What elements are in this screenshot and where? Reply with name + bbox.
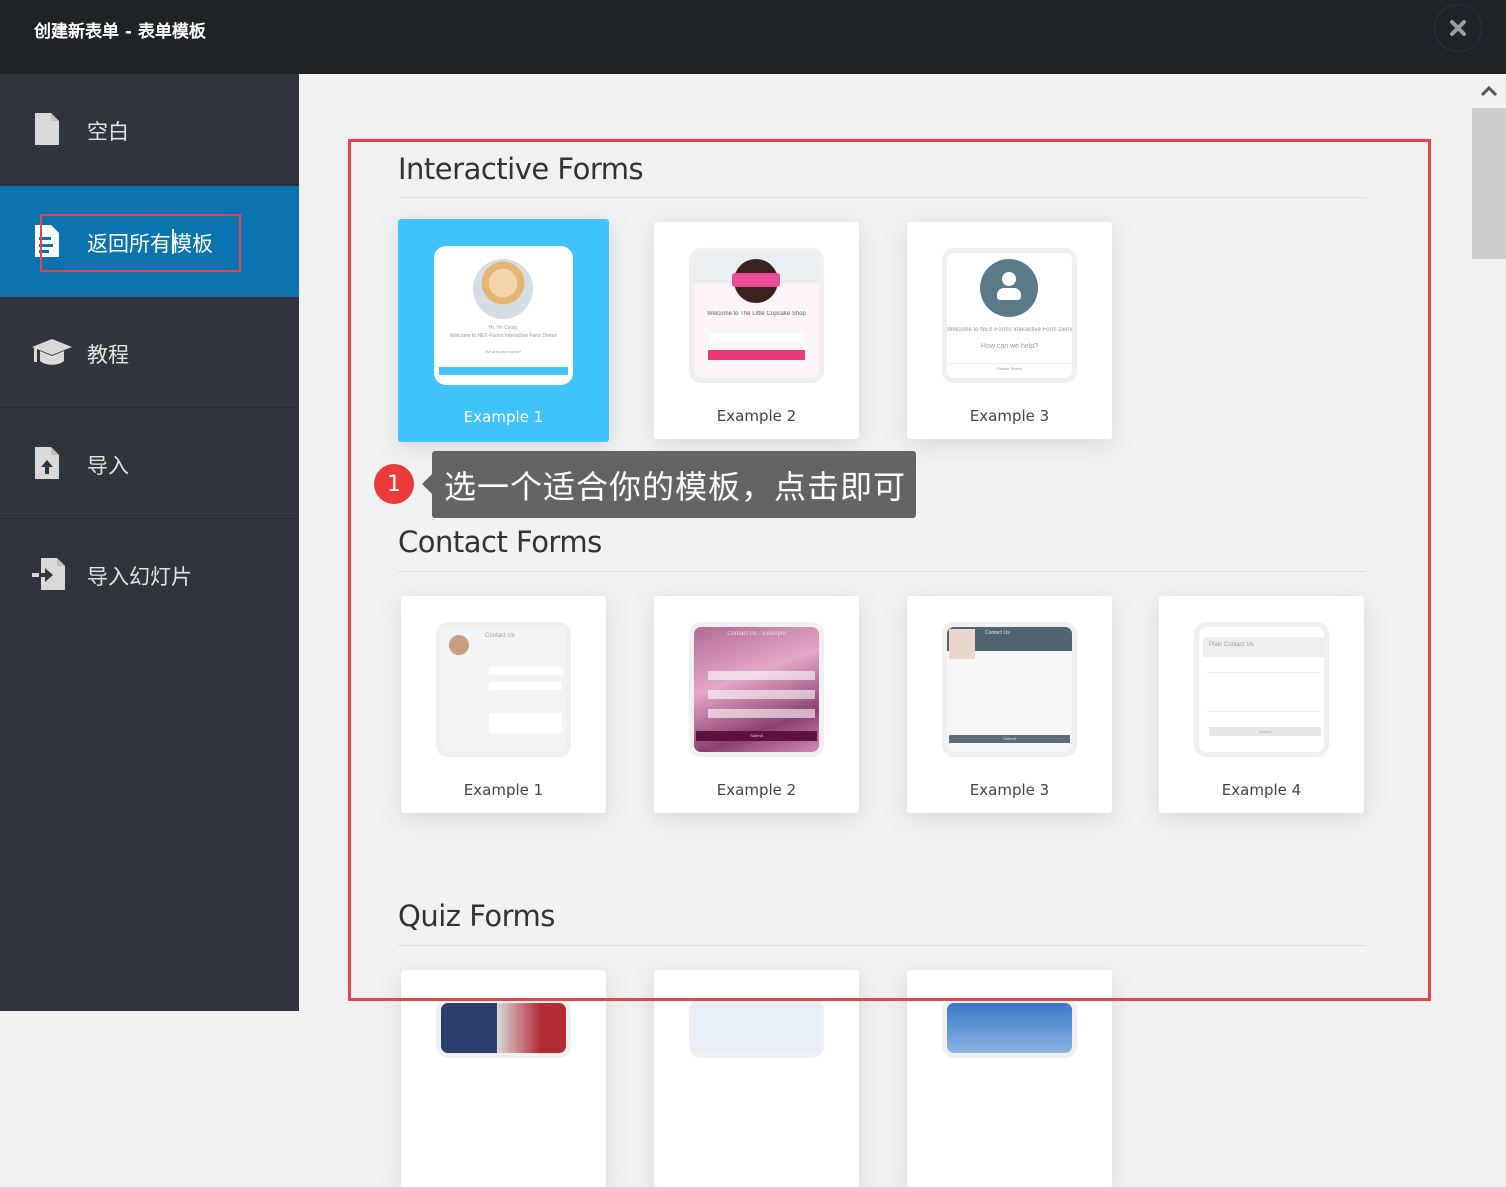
preview-subtitle: Welcome to NEX-Forms Interactive Form De…	[449, 333, 558, 339]
template-preview: Contact Us - Example Submit	[689, 622, 824, 757]
user-avatar-icon	[980, 259, 1038, 317]
step-badge: 1	[374, 464, 414, 504]
template-card-contact-2[interactable]: Contact Us - Example Submit Example 2	[654, 596, 859, 813]
card-label: Example 2	[716, 781, 797, 799]
avatar-photo	[949, 629, 975, 659]
card-label: Example 1	[463, 781, 544, 799]
title-bar: 创建新表单 - 表单模板	[0, 0, 1506, 74]
sidebar-item-import-slides[interactable]: 导入幻灯片	[0, 519, 299, 630]
sidebar-item-label: 导入	[87, 454, 129, 478]
sidebar: 空白 返回所有模板 教程 导入 导入幻灯片	[0, 74, 299, 1011]
preview-heading: Contact Us	[985, 630, 1010, 636]
template-card-quiz-2[interactable]	[654, 970, 859, 1187]
template-preview	[689, 998, 824, 1058]
annotation-tooltip: 选一个适合你的模板，点击即可	[432, 451, 916, 518]
card-label: Example 1	[463, 408, 544, 426]
card-label: Example 3	[969, 407, 1050, 425]
section-title-quiz: Quiz Forms	[398, 899, 555, 933]
sidebar-item-import[interactable]: 导入	[0, 408, 299, 519]
sidebar-item-tutorial[interactable]: 教程	[0, 297, 299, 408]
preview-greeting: Hi, I'm Cindy.	[488, 325, 519, 331]
file-upload-icon	[30, 445, 64, 481]
template-preview: Contact Us	[436, 622, 571, 757]
template-file-icon	[30, 223, 64, 259]
avatar-photo	[473, 259, 533, 319]
sidebar-item-label: 空白	[87, 120, 129, 144]
template-preview: Welcome to NEX-Forms Interactive Form De…	[942, 248, 1077, 383]
section-divider	[398, 197, 1366, 198]
preview-button	[708, 350, 805, 360]
template-card-quiz-1[interactable]	[401, 970, 606, 1187]
preview-select: Please Select	[947, 363, 1072, 371]
template-preview: Plain Contact Us Submit	[1194, 622, 1329, 757]
template-card-interactive-3[interactable]: Welcome to NEX-Forms Interactive Form De…	[907, 222, 1112, 439]
chevron-up-icon	[1480, 85, 1498, 97]
file-import-icon	[30, 556, 68, 592]
preview-question: How can we help?	[980, 343, 1039, 350]
preview-heading: Contact Us - Example	[727, 631, 786, 637]
template-card-quiz-3[interactable]	[907, 970, 1112, 1187]
template-card-contact-3[interactable]: Contact Us Submit Example 3	[907, 596, 1112, 813]
scroll-up-button[interactable]	[1472, 74, 1506, 108]
preview-button: Submit	[696, 731, 817, 741]
card-label: Example 2	[716, 407, 797, 425]
tooltip-arrow	[422, 474, 432, 494]
preview-field: What is your name?	[485, 349, 522, 354]
template-preview: Contact Us Submit	[942, 622, 1077, 757]
sidebar-item-blank[interactable]: 空白	[0, 74, 299, 185]
section-divider	[398, 945, 1366, 946]
sidebar-item-label: 教程	[87, 343, 129, 367]
preview-button	[439, 367, 568, 375]
template-preview	[436, 998, 571, 1058]
template-preview: Hi, I'm Cindy. Welcome to NEX-Forms Inte…	[434, 246, 573, 385]
window-title: 创建新表单 - 表单模板	[34, 22, 206, 42]
preview-heading: Contact Us	[485, 633, 515, 639]
scrollbar-thumb[interactable]	[1472, 108, 1506, 259]
card-label: Example 4	[1221, 781, 1302, 799]
template-card-interactive-2[interactable]: Welcome to The Little Cupcake Shop Examp…	[654, 222, 859, 439]
template-preview	[942, 998, 1077, 1058]
sidebar-item-all-templates[interactable]: 返回所有模板	[0, 186, 299, 297]
close-x-icon	[1450, 20, 1466, 36]
section-title-contact: Contact Forms	[398, 525, 602, 559]
preview-button: Submit	[949, 735, 1070, 743]
text-cursor	[172, 229, 174, 254]
preview-heading: Plain Contact Us	[1203, 637, 1324, 657]
template-card-contact-1[interactable]: Contact Us Example 1	[401, 596, 606, 813]
preview-button: Submit	[1209, 727, 1321, 736]
preview-heading: Welcome to NEX-Forms Interactive Form De…	[947, 327, 1072, 333]
graduation-cap-icon	[30, 334, 74, 370]
close-button[interactable]	[1434, 4, 1482, 52]
template-card-contact-4[interactable]: Plain Contact Us Submit Example 4	[1159, 596, 1364, 813]
sidebar-item-label: 导入幻灯片	[87, 565, 192, 589]
blank-file-icon	[30, 111, 64, 147]
cupcake-logo	[732, 259, 780, 303]
card-label: Example 3	[969, 781, 1050, 799]
avatar-photo	[449, 635, 469, 655]
template-card-interactive-1[interactable]: Hi, I'm Cindy. Welcome to NEX-Forms Inte…	[398, 219, 609, 442]
sidebar-item-label: 返回所有模板	[87, 232, 213, 256]
section-title-interactive: Interactive Forms	[398, 152, 644, 186]
section-divider	[398, 571, 1366, 572]
preview-heading: Welcome to The Little Cupcake Shop	[707, 311, 806, 317]
template-preview: Welcome to The Little Cupcake Shop	[689, 248, 824, 383]
